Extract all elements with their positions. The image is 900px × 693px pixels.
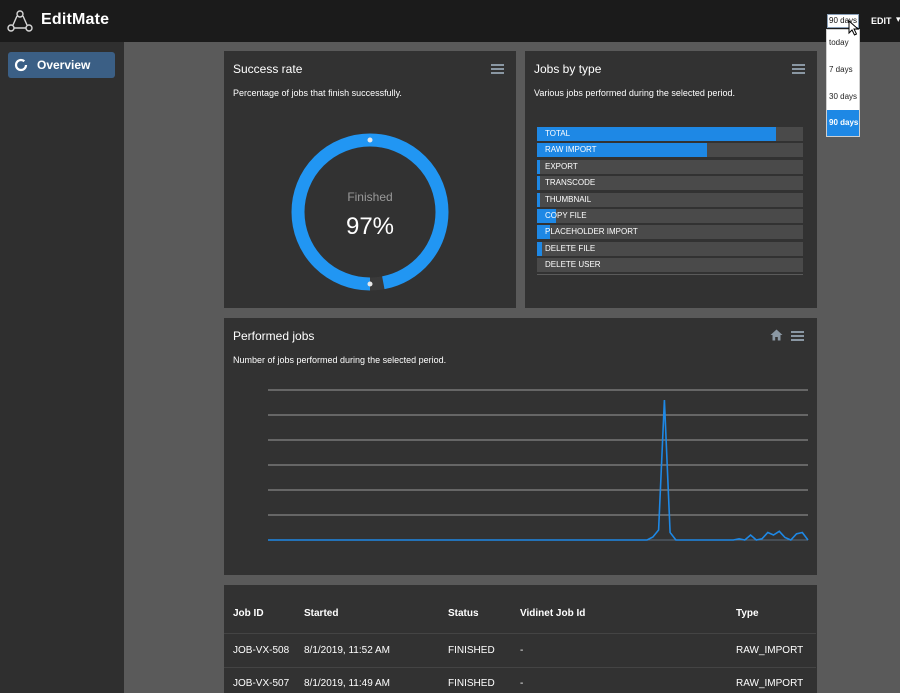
range-option-30-days[interactable]: 30 days [827,84,859,110]
bar-fill [537,241,543,256]
cell-job-id: JOB-VX-507 [233,678,290,689]
performed-jobs-card: Performed jobs Number of jobs performed … [224,318,817,575]
bar-label: THUMBNAIL [545,194,592,204]
home-icon[interactable] [770,329,783,341]
row-divider [224,633,816,634]
column-header-status[interactable]: Status [448,608,479,619]
sidebar-item-label: Overview [37,58,91,72]
date-range-dropdown: today 7 days 30 days 90 days [826,29,860,137]
bar-row[interactable]: DELETE FILE [537,241,803,257]
donut-arc [291,133,449,291]
bar-row[interactable]: RAW IMPORT [537,142,803,158]
bar-label: TRANSCODE [545,178,596,188]
card-title: Success rate [233,62,303,76]
column-header-started[interactable]: Started [304,608,338,619]
bar-label: TOTAL [545,129,571,138]
bar-label: EXPORT [545,161,578,171]
donut-marker-top [367,137,373,143]
success-donut-chart [291,133,449,291]
cell-vidinet-job-id: - [520,645,524,656]
bar-row[interactable]: COPY FILE [537,208,803,224]
donut-marker-bottom [367,281,373,287]
top-bar: EditMate 90 days today 7 days 30 days 90… [0,0,900,137]
sidebar: Overview [0,42,124,693]
range-option-90-days[interactable]: 90 days [827,110,859,136]
bar-label: DELETE FILE [545,243,596,253]
bar-row[interactable]: THUMBNAIL [537,192,803,208]
cell-started: 8/1/2019, 11:52 AM [304,645,390,656]
row-divider [224,667,816,668]
bar-label: RAW IMPORT [545,145,597,155]
jobs-by-type-bars: TOTAL RAW IMPORT EXPORT TRANSCODE THUMBNAIL C… [537,126,803,274]
menu-icon[interactable] [792,64,805,74]
sidebar-item-overview[interactable]: Overview [8,52,115,78]
column-header-vidinet-job-id[interactable]: Vidinet Job Id [520,608,585,619]
column-header-job-id[interactable]: Job ID [233,608,264,619]
card-subtitle: Percentage of jobs that finish successfu… [233,88,402,98]
cell-vidinet-job-id: - [520,678,524,689]
menu-icon[interactable] [491,64,504,74]
bar-row[interactable]: EXPORT [537,159,803,175]
bars-axis [537,274,803,275]
card-title: Jobs by type [534,62,602,76]
cell-status: FINISHED [448,645,495,656]
bar-row[interactable]: PLACEHOLDER IMPORT [537,224,803,240]
bar-fill [537,192,541,207]
card-title: Performed jobs [233,329,315,343]
cell-type: RAW_IMPORT [736,678,804,689]
donut-center-value: 97% [345,213,395,240]
cell-started: 8/1/2019, 11:49 AM [304,678,390,689]
card-subtitle: Various jobs performed during the select… [534,88,735,98]
edit-menu[interactable]: EDIT [871,16,892,26]
bar-label: DELETE USER [545,260,601,270]
jobs-by-type-card: Jobs by type Various jobs performed duri… [525,51,817,308]
cell-status: FINISHED [448,678,495,689]
mouse-cursor-icon [848,20,860,36]
bar-row[interactable]: DELETE USER [537,257,803,273]
success-rate-card: Success rate Percentage of jobs that fin… [224,51,516,308]
bar-label: COPY FILE [545,210,587,220]
bar-fill [537,127,777,141]
column-header-type[interactable]: Type [736,608,759,619]
jobs-table: Job ID Started Status Vidinet Job Id Typ… [224,585,817,693]
range-option-7-days[interactable]: 7 days [827,57,859,83]
bar-label: PLACEHOLDER IMPORT [545,227,638,237]
card-subtitle: Number of jobs performed during the sele… [233,355,447,365]
bar-fill [537,176,541,191]
donut-icon [14,58,28,72]
bar-row[interactable]: TRANSCODE [537,175,803,191]
bar-row[interactable]: TOTAL [537,126,803,142]
chevron-down-icon[interactable]: ▾ [896,14,900,25]
menu-icon[interactable] [791,331,804,341]
bar-fill [537,159,541,174]
cell-job-id: JOB-VX-508 [233,645,290,656]
donut-center-label: Finished [347,190,393,204]
series-line [268,399,809,541]
app-title: EditMate [41,11,110,28]
cell-type: RAW_IMPORT [736,645,804,656]
editmate-logo-icon [7,10,33,32]
performed-jobs-line-chart [268,389,809,541]
